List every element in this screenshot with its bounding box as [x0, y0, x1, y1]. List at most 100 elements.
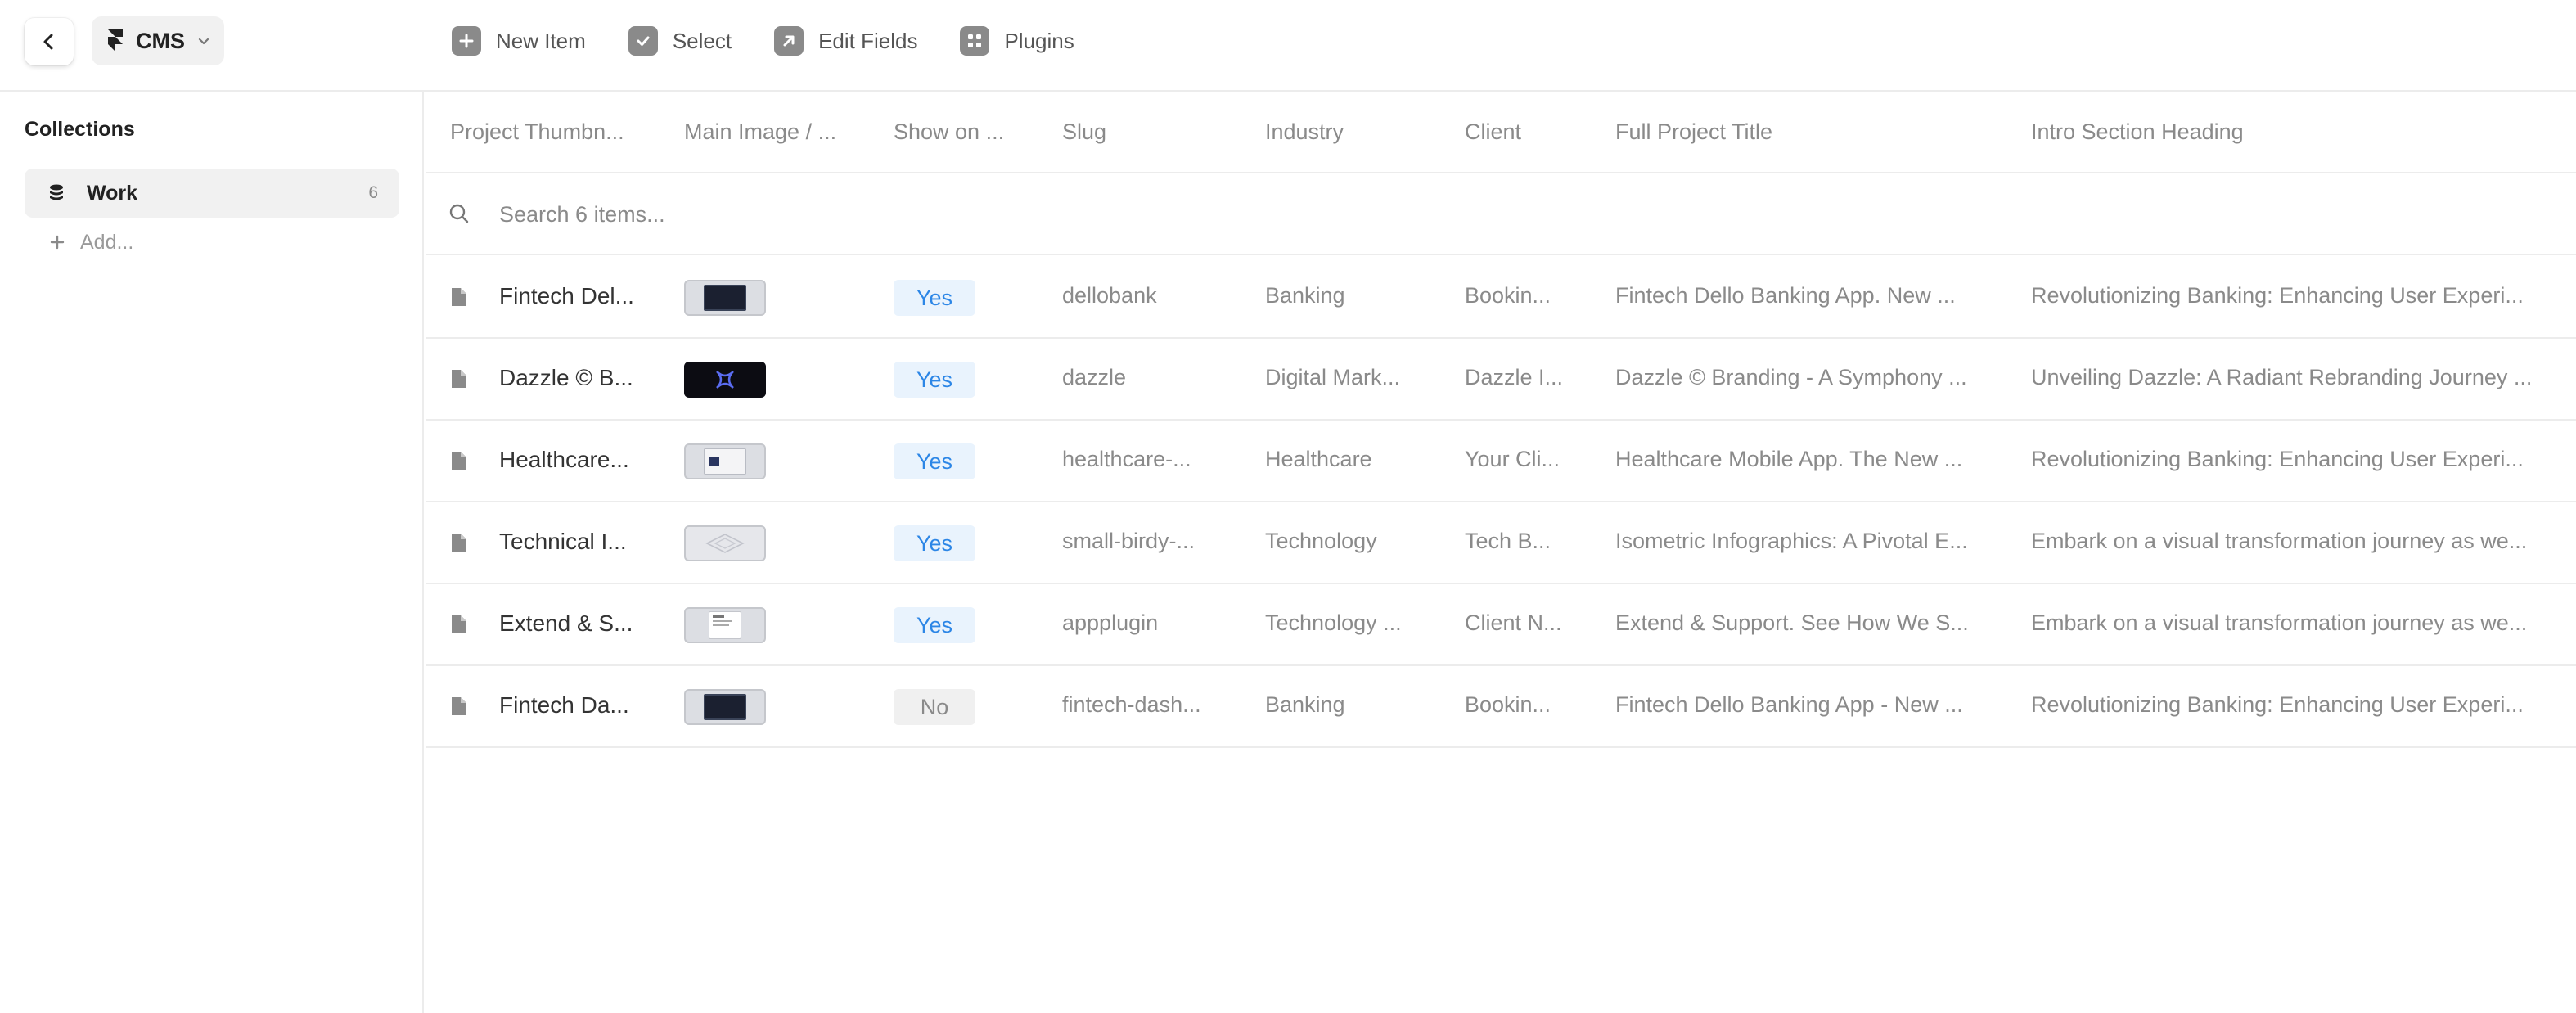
item-intro-heading: Embark on a visual transformation journe…: [2031, 529, 2528, 553]
column-header-show-on[interactable]: Show on ...: [894, 119, 1033, 145]
item-full-title: Fintech Dello Banking App. New ...: [1615, 283, 1956, 308]
collection-count: 6: [368, 183, 378, 202]
item-intro-heading: Revolutionizing Banking: Enhancing User …: [2031, 447, 2524, 471]
show-on-badge: Yes: [894, 280, 975, 316]
column-header-client[interactable]: Client: [1465, 119, 1596, 145]
item-slug: dellobank: [1062, 283, 1157, 308]
thumbnail-image: [684, 280, 766, 316]
column-header-intro-heading[interactable]: Intro Section Heading: [2031, 119, 2555, 145]
thumbnail-image: [684, 607, 766, 643]
table-row[interactable]: Extend & S... Yes appplugin Technology .…: [426, 584, 2576, 666]
plugins-label: Plugins: [1004, 28, 1074, 53]
item-client: Your Cli...: [1465, 447, 1560, 471]
project-switcher[interactable]: CMS: [92, 16, 224, 65]
table-row[interactable]: Dazzle © B... Yes dazzle Digital Mark...…: [426, 339, 2576, 421]
item-industry: Banking: [1265, 692, 1345, 717]
item-slug: dazzle: [1062, 365, 1127, 389]
new-item-label: New Item: [496, 28, 586, 53]
database-icon: [50, 184, 63, 200]
isometric-drawing-icon: [705, 534, 745, 553]
project-name: CMS: [136, 28, 185, 53]
item-industry: Technology: [1265, 529, 1377, 553]
add-collection-label: Add...: [80, 230, 134, 254]
item-client: Bookin...: [1465, 283, 1551, 308]
plus-icon: [452, 26, 481, 56]
search-icon: [449, 204, 469, 223]
item-industry: Banking: [1265, 283, 1345, 308]
column-header-slug[interactable]: Slug: [1062, 119, 1226, 145]
framer-logo-icon: [108, 29, 123, 52]
select-label: Select: [672, 28, 732, 53]
item-slug: fintech-dash...: [1062, 692, 1201, 717]
add-collection-button[interactable]: Add...: [49, 226, 133, 259]
thumbnail-image: [684, 689, 766, 725]
edit-fields-label: Edit Fields: [818, 28, 918, 53]
item-industry: Technology ...: [1265, 610, 1402, 635]
sidebar: Collections Work 6 Add...: [0, 92, 424, 1013]
document-icon: [452, 452, 466, 470]
item-full-title: Fintech Dello Banking App - New ...: [1615, 692, 1963, 717]
thumbnail-image: [684, 525, 766, 561]
column-header-main-image[interactable]: Main Image / ...: [684, 119, 856, 145]
item-client: Client N...: [1465, 610, 1562, 635]
table-row[interactable]: Healthcare... Yes healthcare-... Healthc…: [426, 421, 2576, 502]
show-on-badge: No: [894, 689, 975, 725]
item-title: Healthcare...: [499, 447, 629, 472]
table-header: Project Thumbn... Main Image / ... Show …: [426, 92, 2576, 173]
check-icon: [628, 26, 658, 56]
item-title: Extend & S...: [499, 610, 633, 636]
table-row[interactable]: Fintech Da... No fintech-dash... Banking…: [426, 666, 2576, 748]
document-icon: [452, 534, 466, 552]
back-button[interactable]: [25, 18, 74, 65]
toolbar: New Item Select Edit Fields Plugins: [452, 25, 1117, 57]
select-button[interactable]: Select: [628, 25, 732, 57]
dazzle-logo-icon: [716, 371, 734, 389]
item-slug: healthcare-...: [1062, 447, 1191, 471]
column-header-thumbnail[interactable]: Project Thumbn...: [450, 119, 646, 145]
plugins-icon: [960, 26, 990, 56]
item-full-title: Isometric Infographics: A Pivotal E...: [1615, 529, 1968, 553]
plugins-button[interactable]: Plugins: [960, 25, 1074, 57]
item-title: Fintech Da...: [499, 692, 629, 718]
table-row[interactable]: Fintech Del... Yes dellobank Banking Boo…: [426, 257, 2576, 339]
item-full-title: Healthcare Mobile App. The New ...: [1615, 447, 1963, 471]
sidebar-item-work[interactable]: Work 6: [25, 169, 399, 218]
chevron-left-icon: [43, 34, 53, 50]
document-icon: [452, 697, 466, 715]
item-client: Bookin...: [1465, 692, 1551, 717]
item-full-title: Dazzle © Branding - A Symphony ...: [1615, 365, 1967, 389]
item-intro-heading: Embark on a visual transformation journe…: [2031, 610, 2528, 635]
show-on-badge: Yes: [894, 362, 975, 398]
item-slug: small-birdy-...: [1062, 529, 1196, 553]
top-bar: CMS New Item Select Edit Fields Plugins: [0, 0, 2576, 92]
show-on-badge: Yes: [894, 607, 975, 643]
item-intro-heading: Revolutionizing Banking: Enhancing User …: [2031, 283, 2524, 308]
cms-table: Project Thumbn... Main Image / ... Show …: [426, 92, 2576, 1013]
document-icon: [452, 370, 466, 388]
item-slug: appplugin: [1062, 610, 1159, 635]
table-rows: Fintech Del... Yes dellobank Banking Boo…: [426, 257, 2576, 748]
item-intro-heading: Revolutionizing Banking: Enhancing User …: [2031, 692, 2524, 717]
table-row[interactable]: Technical I... Yes small-birdy-... Techn…: [426, 502, 2576, 584]
column-header-full-title[interactable]: Full Project Title: [1615, 119, 2008, 145]
item-client: Dazzle I...: [1465, 365, 1564, 389]
collection-label: Work: [87, 181, 138, 205]
edit-fields-button[interactable]: Edit Fields: [774, 25, 917, 57]
thumbnail-image: [684, 443, 766, 479]
item-title: Fintech Del...: [499, 283, 634, 308]
item-title: Dazzle © B...: [499, 365, 633, 390]
item-title: Technical I...: [499, 529, 627, 554]
table-search-row: [426, 173, 2576, 255]
plus-icon: [50, 235, 65, 250]
document-icon: [452, 615, 466, 633]
collections-heading: Collections: [25, 118, 135, 141]
search-input[interactable]: [499, 195, 1236, 234]
item-full-title: Extend & Support. See How We S...: [1615, 610, 1969, 635]
new-item-button[interactable]: New Item: [452, 25, 586, 57]
item-industry: Healthcare: [1265, 447, 1372, 471]
column-header-industry[interactable]: Industry: [1265, 119, 1429, 145]
show-on-badge: Yes: [894, 525, 975, 561]
arrow-up-right-icon: [774, 26, 804, 56]
chevron-down-icon: [198, 38, 209, 45]
item-client: Tech B...: [1465, 529, 1551, 553]
